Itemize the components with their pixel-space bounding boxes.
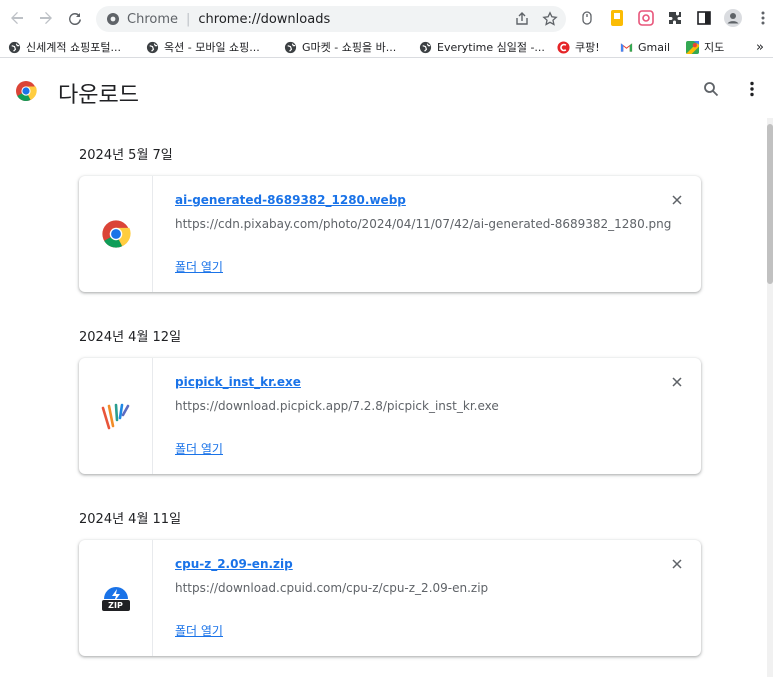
side-panel-icon[interactable] — [695, 9, 713, 27]
globe-icon — [146, 41, 159, 54]
back-arrow-icon — [11, 12, 23, 24]
page-scrollbar[interactable] — [767, 118, 773, 677]
more-options-button[interactable] — [743, 80, 761, 98]
bookmark-item[interactable]: G마켓 - 쇼핑을 바... — [284, 39, 396, 55]
reload-button[interactable] — [63, 6, 87, 30]
picpick-icon — [101, 403, 129, 430]
globe-icon — [8, 41, 21, 54]
bookmark-label: 신세계적 쇼핑포털... — [26, 41, 121, 54]
file-icon-column — [79, 176, 153, 292]
mouse-extension-icon[interactable] — [578, 9, 596, 27]
address-bar[interactable]: Chrome | chrome://downloads — [96, 6, 566, 32]
forward-arrow-icon — [40, 12, 52, 24]
bookmark-item[interactable]: 신세계적 쇼핑포털... — [8, 39, 121, 55]
remove-button[interactable] — [667, 372, 687, 392]
pink-extension-icon[interactable] — [637, 9, 655, 27]
bookmark-item[interactable]: Everytime 심일절 -... — [419, 39, 545, 55]
profile-avatar-icon[interactable] — [724, 9, 742, 27]
share-icon[interactable] — [514, 11, 530, 27]
source-url: https://download.cpuid.com/cpu-z/cpu-z_2… — [175, 581, 489, 595]
forward-button[interactable] — [34, 6, 58, 30]
bookmark-label: Gmail — [638, 40, 671, 54]
bookmark-item[interactable]: 지도 — [686, 39, 724, 55]
url-text: chrome://downloads — [198, 11, 331, 27]
globe-icon — [284, 41, 297, 54]
reload-icon — [69, 13, 81, 26]
source-url: https://cdn.pixabay.com/photo/2024/04/11… — [175, 217, 672, 231]
bookmark-label: Everytime 심일절 -... — [437, 41, 545, 54]
bookmark-item[interactable]: 쿠팡! — [557, 39, 600, 55]
download-item: picpick_inst_kr.exe https://download.pic… — [79, 358, 701, 474]
bookmarks-bar: 신세계적 쇼핑포털... 옥션 - 모바일 쇼핑... G마켓 - 쇼핑을 바.… — [0, 36, 773, 58]
remove-button[interactable] — [667, 554, 687, 574]
omnibox-separator: | — [186, 11, 191, 27]
extensions-puzzle-icon[interactable] — [666, 9, 684, 27]
bookmark-label: 옥션 - 모바일 쇼핑... — [164, 41, 260, 54]
file-icon-column — [79, 358, 153, 474]
bookmark-label: 지도 — [704, 41, 725, 54]
downloads-list: 2024년 5월 7일 ai-generated-8689382_1280.we… — [0, 118, 773, 677]
coupang-icon — [557, 40, 570, 54]
bookmark-label: 쿠팡! — [575, 41, 600, 54]
browser-menu-icon[interactable] — [754, 9, 772, 27]
back-button[interactable] — [5, 6, 29, 30]
zip-label: ZIP — [108, 601, 123, 610]
download-item: ai-generated-8689382_1280.webp https://c… — [79, 176, 701, 292]
scrollbar-thumb[interactable] — [767, 124, 773, 284]
close-icon — [672, 559, 682, 569]
date-header: 2024년 4월 12일 — [79, 330, 182, 345]
downloads-header: 다운로드 — [0, 58, 773, 118]
globe-icon — [419, 41, 432, 54]
bookmark-label: G마켓 - 쇼핑을 바... — [302, 41, 397, 54]
more-vert-icon — [750, 81, 754, 97]
chrome-page-icon — [105, 11, 121, 27]
page-title: 다운로드 — [58, 83, 139, 108]
bookmark-item[interactable]: Gmail — [620, 39, 670, 55]
file-name-link[interactable]: picpick_inst_kr.exe — [175, 375, 301, 389]
download-item: ZIP cpu-z_2.09-en.zip https://download.c… — [79, 540, 701, 656]
file-name-link[interactable]: cpu-z_2.09-en.zip — [175, 557, 293, 571]
yellow-extension-icon[interactable] — [608, 9, 626, 27]
bookmark-item[interactable]: 옥션 - 모바일 쇼핑... — [146, 39, 260, 55]
file-icon-column: ZIP — [79, 540, 153, 656]
open-folder-link[interactable]: 폴더 열기 — [175, 258, 223, 275]
remove-button[interactable] — [667, 190, 687, 210]
open-folder-link[interactable]: 폴더 열기 — [175, 622, 223, 639]
chrome-logo-icon — [16, 81, 37, 101]
open-folder-link[interactable]: 폴더 열기 — [175, 440, 223, 457]
date-header: 2024년 4월 11일 — [79, 512, 182, 527]
site-name: Chrome — [127, 11, 178, 27]
zip-icon: ZIP — [101, 583, 131, 613]
close-icon — [672, 377, 682, 387]
source-url: https://download.picpick.app/7.2.8/picpi… — [175, 399, 499, 413]
bookmarks-overflow-button[interactable]: » — [756, 39, 764, 55]
maps-icon — [686, 40, 699, 54]
file-name-link[interactable]: ai-generated-8689382_1280.webp — [175, 193, 406, 207]
close-icon — [672, 195, 682, 205]
date-header: 2024년 5월 7일 — [79, 148, 173, 163]
search-button[interactable] — [702, 80, 720, 98]
bookmark-star-icon[interactable] — [542, 11, 558, 27]
browser-toolbar: Chrome | chrome://downloads — [0, 0, 773, 36]
search-icon — [704, 82, 719, 97]
chrome-file-icon — [101, 220, 131, 248]
gmail-icon — [620, 41, 633, 54]
